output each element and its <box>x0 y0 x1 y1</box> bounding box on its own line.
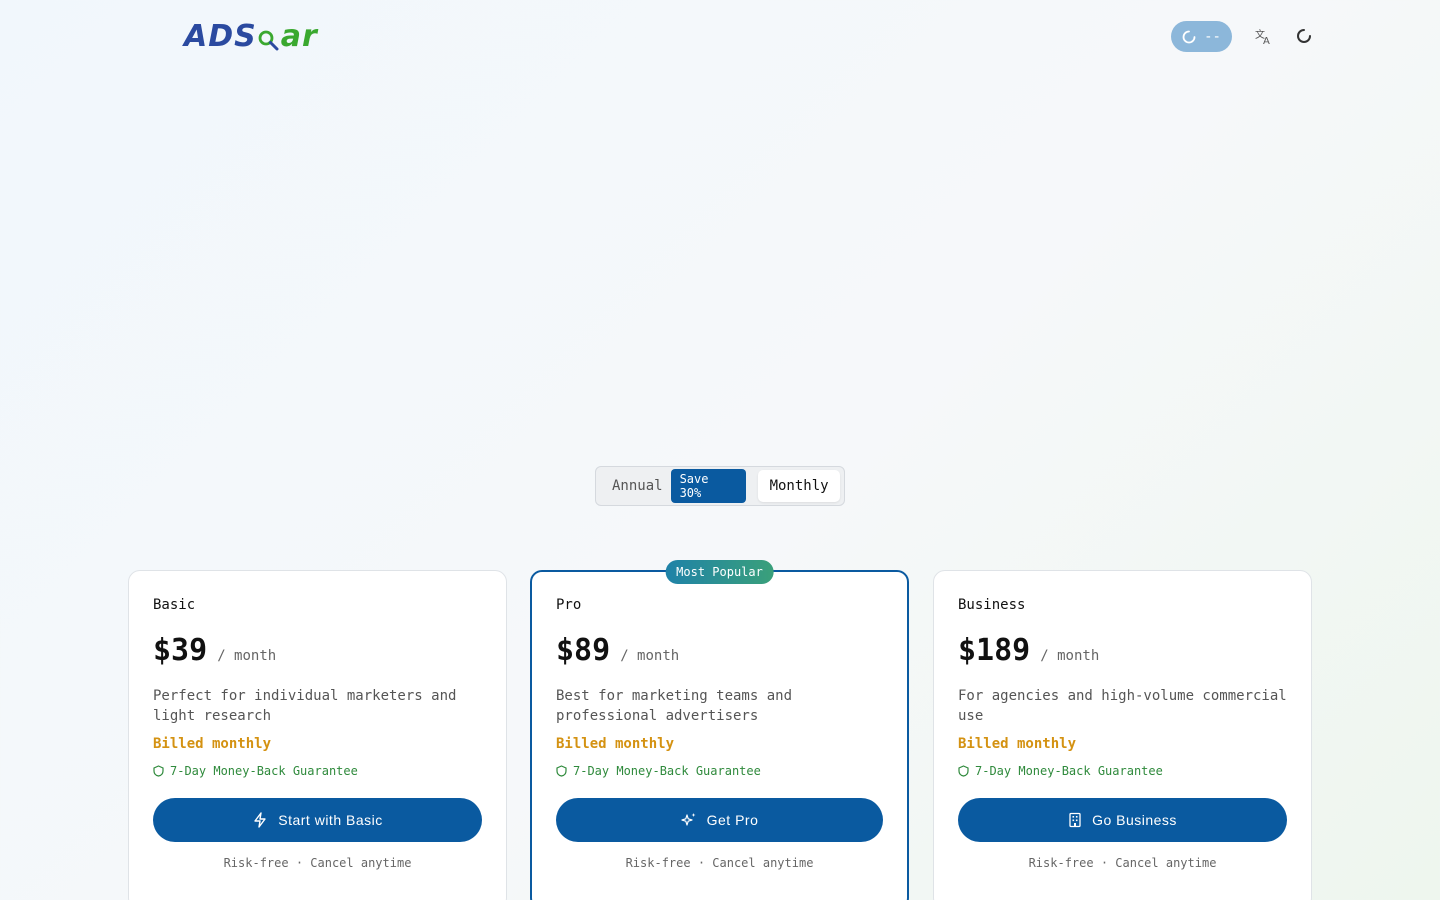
plan-price: $189 <box>958 633 1031 668</box>
price-row: $39 / month <box>153 633 482 668</box>
shield-icon <box>958 765 969 777</box>
brand-logo[interactable]: ADS ar <box>184 18 318 54</box>
loading-icon[interactable] <box>1294 26 1314 46</box>
header: ADS ar -- 文A <box>0 0 1440 72</box>
billing-toggle: Annual Save 30% Monthly <box>595 466 845 506</box>
price-row: $89 / month <box>556 633 883 668</box>
annual-label: Annual <box>612 478 663 494</box>
save-badge: Save 30% <box>670 469 747 503</box>
guarantee: 7-Day Money-Back Guarantee <box>958 764 1287 778</box>
price-row: $189 / month <box>958 633 1287 668</box>
plan-period: / month <box>620 648 680 664</box>
lightning-icon <box>254 812 266 828</box>
guarantee-text: 7-Day Money-Back Guarantee <box>170 764 358 778</box>
risk-note: Risk-free · Cancel anytime <box>625 856 814 870</box>
building-icon <box>1069 812 1081 828</box>
sparkles-icon <box>681 813 696 826</box>
svg-text:A: A <box>1263 36 1270 45</box>
start-basic-button[interactable]: Start with Basic <box>153 798 482 842</box>
get-pro-button[interactable]: Get Pro <box>556 798 883 842</box>
status-pill-text: -- <box>1204 28 1221 45</box>
plan-description: For agencies and high-volume commercial … <box>958 688 1287 724</box>
billing-note: Billed monthly <box>556 736 675 752</box>
logo-text-ads: ADS <box>184 18 257 54</box>
cta-label: Start with Basic <box>278 812 383 828</box>
plan-description: Best for marketing teams and professiona… <box>556 688 793 724</box>
plan-card-business: Business $189 / month For agencies and h… <box>933 570 1312 900</box>
plan-card-basic: Basic $39 / month Perfect for individual… <box>128 570 507 900</box>
most-popular-badge: Most Popular <box>665 560 774 584</box>
guarantee-text: 7-Day Money-Back Guarantee <box>975 764 1163 778</box>
translate-icon[interactable]: 文A <box>1254 26 1274 46</box>
guarantee-text: 7-Day Money-Back Guarantee <box>573 764 761 778</box>
billing-note: Billed monthly <box>153 736 272 752</box>
plan-card-pro: Most Popular Pro $89 / month Best for ma… <box>530 560 909 900</box>
cta-label: Get Pro <box>706 812 759 828</box>
guarantee: 7-Day Money-Back Guarantee <box>556 764 883 778</box>
shield-icon <box>153 765 164 777</box>
status-pill[interactable]: -- <box>1171 21 1232 52</box>
cta-label: Go Business <box>1092 812 1177 828</box>
plan-price: $89 <box>556 633 611 668</box>
plan-name: Basic <box>153 597 196 613</box>
toggle-annual[interactable]: Annual Save 30% <box>600 469 758 503</box>
risk-note: Risk-free · Cancel anytime <box>223 856 412 870</box>
plan-period: / month <box>217 648 277 664</box>
magnifier-icon <box>257 21 281 51</box>
guarantee: 7-Day Money-Back Guarantee <box>153 764 482 778</box>
plan-period: / month <box>1040 648 1100 664</box>
toggle-monthly[interactable]: Monthly <box>758 470 840 502</box>
plan-name: Pro <box>556 597 582 613</box>
spinner-icon <box>1182 30 1196 43</box>
go-business-button[interactable]: Go Business <box>958 798 1287 842</box>
plan-description: Perfect for individual marketers and lig… <box>153 688 457 724</box>
plan-price: $39 <box>153 633 208 668</box>
risk-note: Risk-free · Cancel anytime <box>1028 856 1217 870</box>
shield-icon <box>556 765 567 777</box>
logo-text-ar: ar <box>280 18 318 54</box>
billing-note: Billed monthly <box>958 736 1077 752</box>
plan-name: Business <box>958 597 1026 613</box>
